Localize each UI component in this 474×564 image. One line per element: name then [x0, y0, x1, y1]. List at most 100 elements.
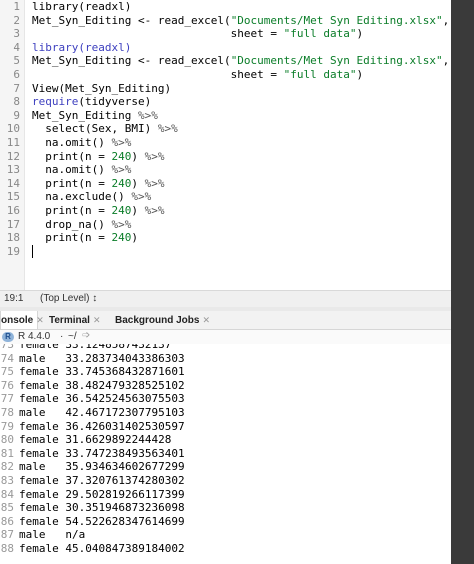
tab-background-jobs[interactable]: Background Jobs ✕ — [115, 311, 215, 329]
console-row: 84 female 29.502819266117399 — [0, 488, 451, 502]
close-icon[interactable]: ✕ — [36, 315, 44, 325]
code-line[interactable]: 19 — [0, 244, 451, 259]
code-text: Met_Syn_Editing <- read_excel("Documents… — [32, 14, 449, 28]
tab-terminal[interactable]: Terminal ✕ — [49, 311, 109, 329]
row-value: female 45.040847389184002 — [19, 542, 185, 555]
close-icon[interactable]: ✕ — [202, 315, 210, 325]
console-header: R R 4.4.0 · ~/ ➩ — [0, 330, 451, 344]
code-line[interactable]: 11 na.omit() %>% — [0, 136, 451, 150]
line-number: 10 — [6, 122, 20, 136]
console-row: 73 female 33.1248587432137 — [0, 344, 451, 352]
code-line[interactable]: 3 sheet = "full data") — [0, 27, 451, 41]
line-number: 9 — [13, 108, 20, 122]
code-token: "Documents/Met Syn Editing.xlsx" — [230, 13, 443, 27]
code-line[interactable]: 17 drop_na() %>% — [0, 218, 451, 232]
code-line[interactable]: 10 select(Sex, BMI) %>% — [0, 122, 451, 136]
code-text: library(readxl) — [32, 0, 131, 14]
code-line[interactable]: 7 View(Met_Syn_Editing) — [0, 82, 451, 96]
row-value: male n/a — [19, 528, 86, 542]
line-number: 13 — [6, 163, 20, 177]
code-text: View(Met_Syn_Editing) — [32, 82, 171, 96]
code-text: sheet = "full data") — [32, 27, 363, 41]
line-number: 12 — [6, 149, 20, 163]
line-number: 19 — [6, 244, 20, 258]
code-token: Met_Syn_Editing — [32, 108, 138, 122]
code-text: na.omit() %>% — [32, 136, 131, 150]
console-row: 88 female 45.040847389184002 — [0, 542, 451, 556]
code-token: , — [442, 13, 450, 27]
row-index: 78 — [0, 406, 14, 419]
source-editor[interactable]: 1 library(readxl) 2 Met_Syn_Editing <- read… — [0, 0, 451, 290]
console-output[interactable]: 73 female 33.1248587432137 74 male 33.28373… — [0, 344, 451, 564]
line-number: 14 — [6, 176, 20, 190]
r-version: R 4.4.0 — [18, 331, 51, 342]
code-token: require — [32, 95, 79, 109]
code-text: print(n = 240) — [32, 231, 138, 245]
code-token: ) — [356, 68, 364, 81]
row-value: female 36.542524563075503 — [19, 392, 185, 406]
console-row: 75 female 33.745368432871601 — [0, 365, 451, 379]
code-token: sheet = — [32, 27, 284, 41]
code-line[interactable]: 12 print(n = 240) %>% — [0, 150, 451, 164]
go-to-directory-icon[interactable]: ➩ — [82, 330, 90, 341]
code-text: drop_na() %>% — [32, 218, 131, 232]
code-line[interactable]: 14 print(n = 240) %>% — [0, 177, 451, 191]
code-token: print(n = — [32, 176, 112, 190]
code-line[interactable]: 13 na.omit() %>% — [0, 163, 451, 177]
window-edge — [451, 0, 474, 564]
code-text: select(Sex, BMI) %>% — [32, 122, 177, 136]
row-index: 75 — [0, 365, 14, 379]
code-token: ) — [356, 27, 364, 41]
row-index: 85 — [0, 501, 14, 515]
code-token: print(n = — [32, 231, 112, 245]
console-row: 74 male 33.283734043386303 — [0, 352, 451, 366]
code-line[interactable]: 18 print(n = 240) — [0, 231, 451, 245]
code-token: (tidyverse) — [78, 95, 152, 109]
code-line[interactable]: 1 library(readxl) — [0, 0, 451, 14]
code-line[interactable]: 2 Met_Syn_Editing <- read_excel("Document… — [0, 14, 451, 28]
working-directory[interactable]: ~/ — [68, 331, 77, 342]
line-number: 6 — [13, 68, 20, 81]
code-token: , — [442, 54, 450, 68]
code-token: 240 — [111, 176, 132, 190]
console-row: 81 female 33.747238493563401 — [0, 447, 451, 461]
code-line[interactable]: 4 library(readxl) — [0, 41, 451, 55]
code-line[interactable]: 16 print(n = 240) %>% — [0, 204, 451, 218]
code-token: select(Sex, BMI) — [32, 122, 158, 136]
tab-console[interactable]: onsole ✕ — [0, 311, 44, 329]
code-token: %>% — [111, 217, 132, 231]
line-number: 15 — [6, 190, 20, 204]
row-index: 84 — [0, 487, 14, 501]
code-token: View(Met_Syn_Editing) — [32, 81, 172, 95]
row-index: 74 — [0, 351, 14, 365]
code-line[interactable]: 5 Met_Syn_Editing <- read_excel("Document… — [0, 54, 451, 68]
row-value: female 33.745368432871601 — [19, 365, 185, 379]
code-token: Met_Syn_Editing <- read_excel( — [32, 13, 231, 27]
scope-selector[interactable]: (Top Level) ↕ — [40, 293, 97, 304]
code-token: %>% — [111, 136, 132, 149]
code-line[interactable]: 9 Met_Syn_Editing %>% — [0, 109, 451, 123]
code-line[interactable]: 8 require(tidyverse) — [0, 95, 451, 109]
code-token: "full data" — [283, 68, 357, 81]
code-token: ) — [131, 231, 138, 245]
row-index: 80 — [0, 433, 14, 447]
console-row: 78 male 42.467172307795103 — [0, 406, 451, 420]
code-text: print(n = 240) %>% — [32, 150, 164, 164]
console-row: 86 female 54.522628347614699 — [0, 515, 451, 529]
code-token: %>% — [144, 149, 165, 163]
code-line[interactable]: 6 sheet = "full data") — [0, 68, 451, 82]
code-token: print(n = — [32, 204, 112, 217]
code-token: print(n = — [32, 149, 112, 163]
row-value: female 31.6629892244428 — [19, 433, 172, 447]
line-number: 8 — [13, 95, 20, 109]
line-number: 18 — [6, 231, 20, 245]
line-number: 17 — [6, 217, 20, 231]
row-index: 79 — [0, 419, 14, 433]
row-value: female 36.426031402530597 — [19, 419, 185, 433]
row-index: 76 — [0, 378, 14, 392]
close-icon[interactable]: ✕ — [93, 315, 101, 325]
row-value: female 33.1248587432137 — [19, 344, 172, 351]
code-line[interactable]: 15 na.exclude() %>% — [0, 190, 451, 204]
code-token: drop_na() — [32, 217, 112, 231]
console-row: 83 female 37.320761374280302 — [0, 474, 451, 488]
